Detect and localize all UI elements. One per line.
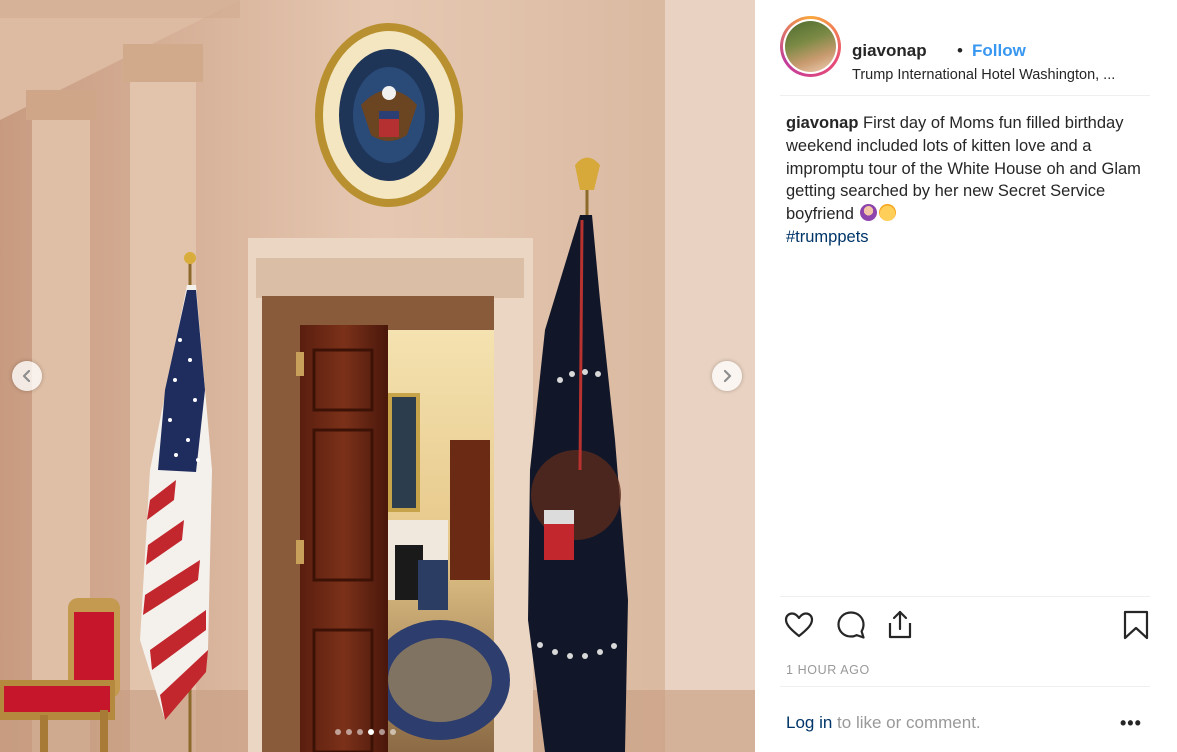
carousel-indicator xyxy=(335,729,396,735)
hashtag-link[interactable]: #trumppets xyxy=(786,228,869,246)
like-button[interactable] xyxy=(783,609,815,641)
location-link[interactable]: Trump International Hotel Washington, ..… xyxy=(852,67,1150,83)
more-options-button[interactable]: ••• xyxy=(1120,713,1142,734)
carousel-dot xyxy=(379,729,385,735)
login-prompt-bar: Log in to like or comment. ••• xyxy=(780,686,1150,752)
carousel-dot xyxy=(357,729,363,735)
white-house-scene xyxy=(0,0,755,752)
username-link[interactable]: giavonap xyxy=(852,41,927,61)
post-timestamp: 1 HOUR AGO xyxy=(786,663,870,677)
save-button[interactable] xyxy=(1120,609,1152,641)
caption-username[interactable]: giavonap xyxy=(786,114,858,132)
post-caption: giavonap First day of Moms fun filled bi… xyxy=(786,112,1156,249)
carousel-next-button[interactable] xyxy=(712,361,742,391)
comment-button[interactable] xyxy=(835,609,867,641)
post-side-panel: giavonap • Follow Trump International Ho… xyxy=(755,0,1177,752)
share-button[interactable] xyxy=(884,609,916,641)
login-link[interactable]: Log in xyxy=(786,713,832,732)
carousel-dot-active xyxy=(368,729,374,735)
share-icon xyxy=(888,610,912,639)
carousel-dot xyxy=(346,729,352,735)
login-prompt-text: to like or comment. xyxy=(832,713,981,732)
follow-button[interactable]: Follow xyxy=(972,41,1026,61)
heart-icon xyxy=(784,612,814,638)
avatar[interactable] xyxy=(780,16,841,77)
header-separator: • xyxy=(957,41,963,60)
post-header: giavonap • Follow Trump International Ho… xyxy=(780,16,1150,96)
post-photo xyxy=(0,0,755,752)
woman-emoji-icon xyxy=(860,204,878,222)
carousel-dot xyxy=(335,729,341,735)
chevron-left-icon xyxy=(22,369,31,383)
heart-eyes-cat-emoji-icon xyxy=(879,204,897,222)
carousel-prev-button[interactable] xyxy=(12,361,42,391)
chevron-right-icon xyxy=(723,369,732,383)
comment-bubble-icon xyxy=(837,611,865,639)
action-bar: 1 HOUR AGO xyxy=(780,596,1150,686)
avatar-image xyxy=(785,21,836,72)
carousel-dot xyxy=(390,729,396,735)
bookmark-icon xyxy=(1123,610,1149,640)
login-prompt: Log in to like or comment. xyxy=(786,713,981,733)
